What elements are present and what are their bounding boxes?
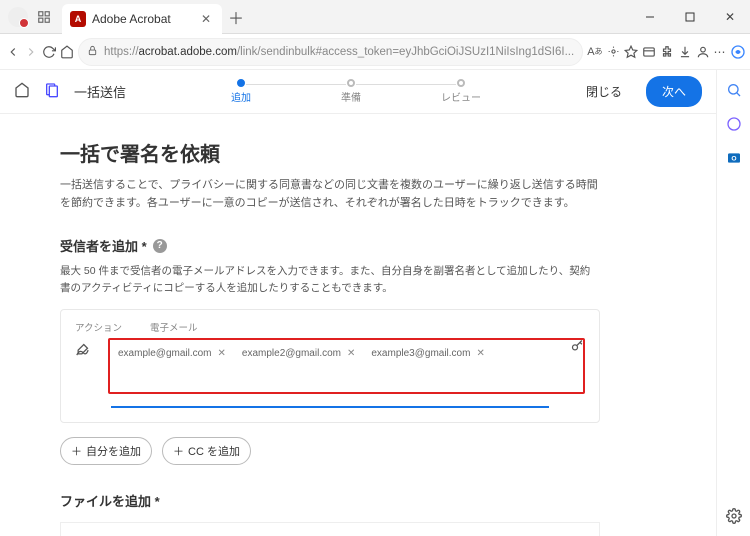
downloads-icon[interactable] bbox=[678, 37, 692, 67]
add-cc-button[interactable]: ＋CC を追加 bbox=[162, 437, 251, 465]
reader-icon[interactable] bbox=[607, 37, 620, 67]
tab-title: Adobe Acrobat bbox=[92, 12, 192, 26]
back-button[interactable] bbox=[6, 37, 20, 67]
email-chip[interactable]: example2@gmail.com✕ bbox=[242, 348, 355, 359]
window-titlebar: A Adobe Acrobat ✕ ＋ ✕ bbox=[0, 0, 750, 34]
recipients-heading: 受信者を追加 * ? bbox=[60, 236, 600, 255]
next-button[interactable]: 次へ bbox=[646, 76, 702, 107]
profile-icon[interactable] bbox=[8, 7, 28, 27]
close-window-button[interactable]: ✕ bbox=[710, 0, 750, 34]
files-section: ファイルを追加 * ドラッグ＆ドロップするか、ファイルを選択します bbox=[60, 491, 600, 536]
help-icon[interactable]: ? bbox=[153, 239, 167, 253]
page-content: 一括送信 追加 準備 レビュー 閉じる 次へ 一括で署名を依頼 一括送信すること… bbox=[0, 70, 716, 536]
page-title: 一括で署名を依頼 bbox=[60, 138, 600, 167]
remove-chip-icon[interactable]: ✕ bbox=[347, 348, 355, 359]
page-intro: 一括送信することで、プライバシーに関する同意書などの同じ文書を複数のユーザーに繰… bbox=[60, 177, 600, 212]
svg-text:O: O bbox=[731, 156, 736, 163]
account-icon[interactable] bbox=[696, 37, 710, 67]
email-input-highlighted[interactable]: example@gmail.com✕ example2@gmail.com✕ e… bbox=[108, 338, 585, 394]
app-header: 一括送信 追加 準備 レビュー 閉じる 次へ bbox=[0, 70, 716, 114]
bulk-send-label: 一括送信 bbox=[74, 82, 126, 101]
tab-close-button[interactable]: ✕ bbox=[198, 11, 214, 27]
remove-chip-icon[interactable]: ✕ bbox=[476, 348, 484, 359]
home-button[interactable] bbox=[60, 37, 74, 67]
workspaces-icon[interactable] bbox=[34, 7, 54, 27]
password-icon[interactable] bbox=[570, 338, 585, 356]
recipients-block: アクション 電子メール example@gmail.com✕ example2@… bbox=[60, 309, 600, 423]
url-text: https://acrobat.adobe.com/link/sendinbul… bbox=[104, 46, 574, 58]
refresh-button[interactable] bbox=[42, 37, 56, 67]
recipient-extra-buttons: ＋自分を追加 ＋CC を追加 bbox=[60, 437, 600, 465]
step-review[interactable]: レビュー bbox=[406, 79, 516, 104]
browser-tab[interactable]: A Adobe Acrobat ✕ bbox=[62, 4, 222, 34]
titlebar-left bbox=[0, 7, 54, 27]
minimize-button[interactable] bbox=[630, 0, 670, 34]
forward-button[interactable] bbox=[24, 37, 38, 67]
search-rail-icon[interactable] bbox=[724, 80, 744, 100]
page-body: 一括で署名を依頼 一括送信することで、プライバシーに関する同意書などの同じ文書を… bbox=[0, 114, 660, 536]
recipients-description: 最大 50 件まで受信者の電子メールアドレスを入力できます。また、自分自身を副署… bbox=[60, 263, 600, 297]
step-add[interactable]: 追加 bbox=[186, 79, 296, 104]
action-column-label: アクション bbox=[75, 320, 122, 334]
browser-toolbar: https://acrobat.adobe.com/link/sendinbul… bbox=[0, 34, 750, 70]
signer-icon[interactable] bbox=[75, 342, 90, 360]
bulk-send-icon bbox=[44, 82, 60, 101]
copilot-icon[interactable] bbox=[730, 37, 746, 67]
email-chip[interactable]: example3@gmail.com✕ bbox=[371, 348, 484, 359]
email-chip[interactable]: example@gmail.com✕ bbox=[118, 348, 226, 359]
recipient-row: example@gmail.com✕ example2@gmail.com✕ e… bbox=[75, 338, 585, 394]
recipient-column-labels: アクション 電子メール bbox=[75, 320, 585, 334]
settings-rail-icon[interactable] bbox=[724, 506, 744, 526]
outlook-rail-icon[interactable]: O bbox=[724, 148, 744, 168]
step-prepare[interactable]: 準備 bbox=[296, 79, 406, 104]
window-controls: ✕ bbox=[630, 0, 750, 34]
address-bar[interactable]: https://acrobat.adobe.com/link/sendinbul… bbox=[78, 38, 583, 66]
new-tab-button[interactable]: ＋ bbox=[222, 3, 250, 31]
favorite-icon[interactable] bbox=[624, 37, 638, 67]
acrobat-favicon: A bbox=[70, 11, 86, 27]
menu-button[interactable]: ⋯ bbox=[714, 37, 726, 67]
text-size-icon[interactable]: Aあ bbox=[587, 37, 602, 67]
files-heading: ファイルを追加 * bbox=[60, 491, 600, 510]
maximize-button[interactable] bbox=[670, 0, 710, 34]
file-dropzone[interactable]: ドラッグ＆ドロップするか、ファイルを選択します bbox=[60, 522, 600, 536]
add-self-button[interactable]: ＋自分を追加 bbox=[60, 437, 152, 465]
copilot-rail-icon[interactable] bbox=[724, 114, 744, 134]
email-chips: example@gmail.com✕ example2@gmail.com✕ e… bbox=[118, 348, 575, 359]
remove-chip-icon[interactable]: ✕ bbox=[218, 348, 226, 359]
extensions-icon[interactable] bbox=[660, 37, 674, 67]
collections-icon[interactable] bbox=[642, 37, 656, 67]
progress-steps: 追加 準備 レビュー bbox=[140, 79, 562, 104]
email-column-label: 電子メール bbox=[150, 320, 198, 334]
input-underline bbox=[111, 406, 549, 408]
sidebar-rail: O bbox=[716, 70, 750, 536]
app-home-icon[interactable] bbox=[14, 82, 30, 101]
close-button[interactable]: 閉じる bbox=[576, 77, 632, 106]
lock-icon bbox=[87, 45, 98, 59]
